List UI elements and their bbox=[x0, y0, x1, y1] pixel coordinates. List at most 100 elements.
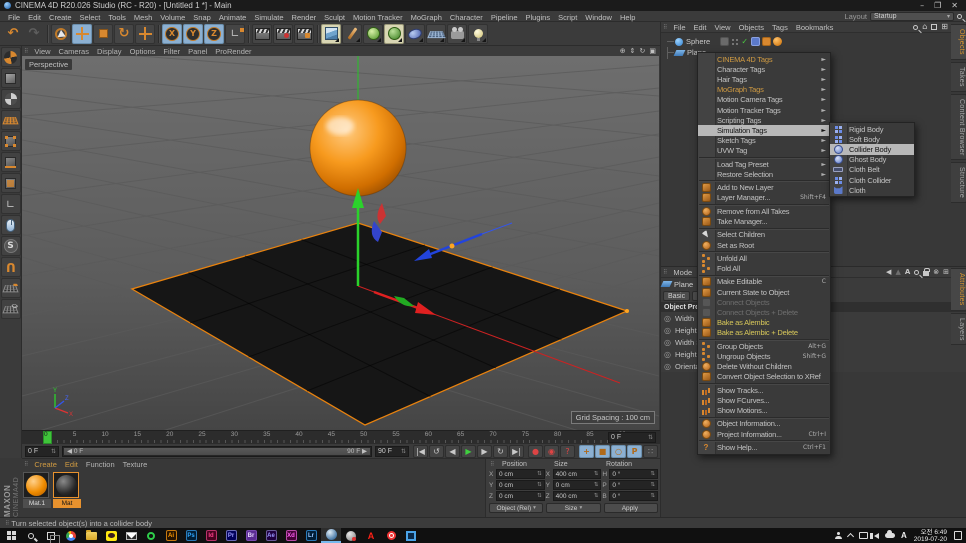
menu-item-show-tracks[interactable]: Show Tracks... bbox=[698, 385, 830, 395]
taskbar-premiere[interactable]: Pr bbox=[221, 528, 241, 543]
menu-item[interactable]: Sculpt bbox=[320, 13, 349, 22]
taskbar-acrobat[interactable]: A bbox=[361, 528, 381, 543]
object-label[interactable]: Sphere bbox=[686, 37, 710, 46]
material-thumbnail[interactable] bbox=[53, 472, 79, 498]
autokey-button[interactable]: ◉ bbox=[544, 444, 559, 458]
viewport[interactable]: Y X Z Perspective Grid Spacing : 100 cm bbox=[21, 46, 660, 477]
menu-item-unfold-all[interactable]: Unfold All bbox=[698, 253, 830, 263]
am-lock-icon[interactable] bbox=[923, 267, 931, 276]
dock-tab[interactable]: Takes bbox=[951, 61, 966, 92]
menu-item-object-information[interactable]: Object Information... bbox=[698, 419, 830, 429]
taskbar-bridge[interactable]: Br bbox=[241, 528, 261, 543]
viewport-menu-item[interactable]: Panel bbox=[184, 47, 211, 56]
last-tool-icon[interactable] bbox=[135, 23, 155, 44]
object-manager-menu-item[interactable]: Edit bbox=[690, 23, 711, 32]
maximize-button[interactable]: ❐ bbox=[934, 1, 941, 10]
render-view-icon[interactable] bbox=[252, 23, 272, 44]
range-end-field[interactable]: 90 F ⇅ bbox=[375, 445, 409, 457]
om-search-icon[interactable] bbox=[913, 24, 919, 30]
minimize-button[interactable]: – bbox=[920, 1, 924, 10]
tray-onedrive-icon[interactable] bbox=[884, 530, 895, 540]
coordinate-input[interactable]: 0 cm ⇅ bbox=[496, 480, 545, 490]
menu-item-connect-objects[interactable]: Connect Objects bbox=[698, 297, 830, 307]
om-panel-icon[interactable] bbox=[931, 24, 938, 30]
task-view-button[interactable] bbox=[41, 528, 61, 543]
object-tag-icon[interactable] bbox=[720, 37, 730, 46]
menu-item[interactable]: MoGraph bbox=[407, 13, 446, 22]
menu-item-simulation-tags[interactable]: Simulation Tags ► bbox=[698, 125, 830, 136]
menu-item-add-to-new-layer[interactable]: Add to New Layer bbox=[698, 183, 830, 193]
object-manager-menu-item[interactable]: Objects bbox=[735, 23, 768, 32]
menu-item-load-tag-preset[interactable]: Load Tag Preset ► bbox=[698, 159, 830, 169]
material-menu-item[interactable]: Create bbox=[30, 460, 61, 469]
edges-mode-icon[interactable] bbox=[0, 152, 21, 172]
key-parameter-toggle[interactable]: P bbox=[627, 444, 642, 458]
menu-item-mograph-tags[interactable]: MoGraph Tags ► bbox=[698, 85, 830, 95]
menu-item[interactable]: Window bbox=[581, 13, 616, 22]
workplane-mode-icon[interactable] bbox=[0, 110, 21, 130]
taskbar-chrome[interactable] bbox=[61, 528, 81, 543]
y-axis-lock-icon[interactable]: Y bbox=[183, 23, 203, 44]
taskbar-lightroom[interactable]: Lr bbox=[301, 528, 321, 543]
taskbar-line[interactable] bbox=[141, 528, 161, 543]
play-reverse-button[interactable]: ↺ bbox=[429, 444, 444, 458]
undo-icon[interactable]: ↶ bbox=[3, 24, 23, 44]
model-mode-icon[interactable] bbox=[0, 68, 21, 88]
menu-item-scripting-tags[interactable]: Scripting Tags ► bbox=[698, 115, 830, 125]
render-picture-viewer-icon[interactable] bbox=[273, 23, 293, 44]
am-mode-menu[interactable]: Mode bbox=[669, 268, 696, 277]
viewport-ball-icon[interactable] bbox=[0, 47, 21, 67]
menu-item-character-tags[interactable]: Character Tags ► bbox=[698, 64, 830, 74]
keyframe-selection-button[interactable]: ? bbox=[560, 444, 575, 458]
z-axis-lock-icon[interactable]: Z bbox=[204, 23, 224, 44]
material-thumbnail[interactable] bbox=[23, 472, 49, 498]
submenu-item-ghost-body[interactable]: Ghost Body bbox=[830, 155, 914, 165]
material-item[interactable]: Mat bbox=[53, 472, 81, 508]
coordinate-input[interactable]: 400 cm ⇅ bbox=[552, 469, 602, 479]
menu-item[interactable]: Render bbox=[288, 13, 321, 22]
menu-item[interactable]: Edit bbox=[24, 13, 45, 22]
menu-item-hair-tags[interactable]: Hair Tags ► bbox=[698, 74, 830, 84]
taskbar-clock[interactable]: 오전 6:49 2019-07-20 bbox=[914, 529, 947, 543]
menu-item-motion-camera-tags[interactable]: Motion Camera Tags ► bbox=[698, 95, 830, 105]
key-rotation-toggle[interactable]: ○ bbox=[611, 444, 626, 458]
menu-item-layer-manager[interactable]: Layer Manager... Shift+F4 bbox=[698, 193, 830, 203]
am-search-icon[interactable] bbox=[914, 269, 920, 275]
add-environment-icon[interactable] bbox=[426, 23, 446, 44]
action-center-icon[interactable] bbox=[954, 531, 962, 540]
record-keyframe-button[interactable]: ● bbox=[528, 444, 543, 458]
camera-label[interactable]: Perspective bbox=[25, 59, 73, 70]
menu-item[interactable]: Character bbox=[446, 13, 487, 22]
menu-item-uvw-tag[interactable]: UVW Tag ► bbox=[698, 146, 830, 156]
search-icon[interactable] bbox=[957, 13, 962, 19]
taskbar-photoshop[interactable]: Ps bbox=[181, 528, 201, 543]
menu-item[interactable]: Animate bbox=[215, 13, 251, 22]
menu-item-take-manager[interactable]: Take Manager... bbox=[698, 216, 830, 226]
taskbar-mail[interactable] bbox=[121, 528, 141, 543]
coordinate-input[interactable]: 0 cm ⇅ bbox=[552, 480, 602, 490]
menu-item[interactable]: Help bbox=[616, 13, 639, 22]
coordinate-input[interactable]: 400 cm ⇅ bbox=[552, 491, 602, 501]
menu-item-bake-as-alembic-delete[interactable]: Bake as Alembic + Delete bbox=[698, 328, 830, 338]
taskbar-aftereffects[interactable]: Ae bbox=[261, 528, 281, 543]
object-tag-icon[interactable] bbox=[773, 37, 783, 46]
viewport-menu-item[interactable]: View bbox=[30, 47, 54, 56]
menu-item[interactable]: Snap bbox=[189, 13, 215, 22]
add-camera-icon[interactable] bbox=[447, 23, 467, 44]
object-manager-menu-item[interactable]: Tags bbox=[768, 23, 792, 32]
current-frame-display[interactable]: 0 F ⇅ bbox=[608, 432, 656, 443]
menu-item[interactable]: Select bbox=[76, 13, 105, 22]
tray-ime-icon[interactable]: A bbox=[901, 531, 907, 540]
start-button[interactable] bbox=[1, 528, 21, 543]
tray-people-icon[interactable] bbox=[834, 531, 842, 540]
submenu-item-cloth[interactable]: Cloth bbox=[830, 185, 914, 195]
om-home-icon[interactable]: ⌂ bbox=[922, 23, 927, 31]
add-cube-icon[interactable] bbox=[321, 23, 341, 44]
menu-item-convert-to-xref[interactable]: Convert Object Selection to XRef bbox=[698, 372, 830, 382]
snap-toggle-icon[interactable]: S bbox=[0, 236, 21, 256]
coord-mode-dropdown[interactable]: Object (Rel) ▾ bbox=[489, 503, 544, 513]
coordinate-input[interactable]: 0 ° ⇅ bbox=[609, 480, 658, 490]
menu-item[interactable]: Plugins bbox=[522, 13, 555, 22]
toolbar-separator[interactable] bbox=[315, 24, 320, 44]
coordinate-input[interactable]: 0 cm ⇅ bbox=[496, 491, 545, 501]
